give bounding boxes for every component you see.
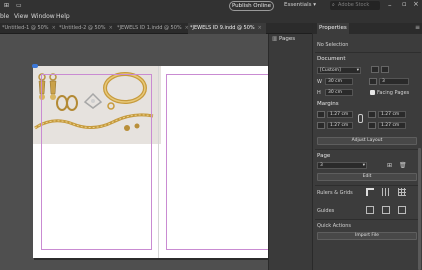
- maximize-icon[interactable]: ▫: [402, 0, 407, 8]
- divider: [315, 149, 421, 150]
- margin-left-icon: [368, 111, 376, 118]
- search-placeholder: Adobe Stock: [338, 2, 370, 8]
- width-label: W: [317, 79, 322, 85]
- document-tabs: *Untitled-1 @ 50% × *Untitled-2 @ 50% × *J…: [0, 23, 312, 34]
- toolbar-screenmode-icon[interactable]: ▭: [16, 2, 22, 9]
- minimize-icon[interactable]: –: [388, 1, 392, 9]
- search-input[interactable]: ⌕ Adobe Stock: [330, 1, 380, 10]
- link-margins-icon[interactable]: [358, 114, 363, 123]
- tab-label: *Untitled-1 @ 50%: [2, 25, 49, 31]
- chevron-down-icon: ▾: [356, 68, 359, 73]
- frame-link-marker[interactable]: [32, 64, 38, 68]
- properties-panel: Properties ≡ No Selection Document [Cust…: [312, 23, 422, 270]
- tab-untitled-2[interactable]: *Untitled-2 @ 50% ×: [57, 23, 114, 34]
- smart-guides-icon[interactable]: [382, 206, 390, 214]
- divider: [315, 52, 421, 53]
- pages-panel-label: Pages: [278, 36, 296, 42]
- collapsed-panel-strip: ▥ Pages: [268, 34, 312, 270]
- selection-status: No Selection: [317, 42, 349, 48]
- tab-jewels-id-9[interactable]: *JEWELS ID 9.indd @ 50% ×: [188, 23, 266, 34]
- panel-menu-icon[interactable]: ≡: [415, 24, 420, 31]
- properties-scrollbar[interactable]: [418, 148, 421, 270]
- quick-actions-label: Quick Actions: [317, 223, 351, 229]
- margin-right-icon: [368, 122, 376, 129]
- tab-label: *JEWELS ID 1.indd @ 50%: [117, 25, 182, 31]
- menu-item-help[interactable]: Help: [56, 13, 70, 21]
- margin-top-icon: [317, 111, 325, 118]
- margin-bottom-field[interactable]: 1.27 cm: [327, 122, 353, 129]
- facing-pages-label: Facing Pages: [377, 90, 410, 96]
- left-page-margin-guide: [41, 74, 152, 250]
- page-section-title: Page: [317, 153, 331, 159]
- divider: [315, 219, 421, 220]
- properties-tab-bar: Properties ≡: [313, 23, 422, 34]
- document-spread[interactable]: [33, 66, 279, 258]
- page-select-value: 3: [320, 163, 323, 168]
- guides-label: Guides: [317, 208, 335, 214]
- margin-top-field[interactable]: 1.27 cm: [327, 111, 353, 118]
- tab-label: *JEWELS ID 9.indd @ 50%: [190, 25, 255, 31]
- portrait-orientation-icon[interactable]: [371, 66, 379, 73]
- publish-online-button[interactable]: Publish Online: [229, 1, 274, 11]
- facing-pages-checkbox[interactable]: [370, 90, 375, 95]
- indesign-window: ⊞ ▭ Publish Online Essentials ▾ ⌕ Adobe …: [0, 0, 422, 270]
- tab-jewels-id-1[interactable]: *JEWELS ID 1.indd @ 50% ×: [115, 23, 189, 34]
- close-window-icon[interactable]: ×: [413, 0, 419, 8]
- margin-left-field[interactable]: 1.27 cm: [378, 111, 406, 118]
- document-section-title: Document: [317, 56, 346, 62]
- tab-properties[interactable]: Properties: [317, 23, 349, 34]
- divider: [315, 185, 421, 186]
- tab-untitled-1[interactable]: *Untitled-1 @ 50% ×: [0, 23, 56, 34]
- pages-icon: ▥: [272, 36, 279, 42]
- show-guides-icon[interactable]: [366, 206, 374, 214]
- height-label: H: [317, 90, 321, 96]
- margin-right-field[interactable]: 1.27 cm: [378, 122, 406, 129]
- pages-count-field[interactable]: 3: [379, 78, 409, 85]
- menu-bar: ble View Window Help: [0, 11, 422, 23]
- new-page-icon[interactable]: ⊞: [387, 162, 392, 169]
- workspace-label: Essentials: [284, 2, 312, 8]
- menu-item-table[interactable]: ble: [0, 13, 9, 21]
- menu-item-view[interactable]: View: [14, 13, 28, 21]
- landscape-orientation-icon[interactable]: [381, 66, 389, 73]
- rulers-grids-label: Rulers & Grids: [317, 190, 353, 196]
- preset-value: [Custom]: [320, 68, 341, 73]
- chevron-down-icon: ▾: [313, 2, 317, 8]
- adjust-layout-button[interactable]: Adjust Layout: [317, 137, 417, 145]
- close-tab-icon[interactable]: ×: [109, 25, 113, 31]
- width-field[interactable]: 30 cm: [325, 78, 353, 85]
- height-field[interactable]: 30 cm: [325, 89, 353, 96]
- lock-guides-icon[interactable]: [398, 206, 406, 214]
- chevron-down-icon: ▾: [362, 163, 365, 168]
- edit-page-button[interactable]: Edit: [317, 173, 417, 181]
- toolbar-arrange-icon[interactable]: ⊞: [4, 2, 9, 9]
- spread-fold: [158, 66, 159, 258]
- import-file-button[interactable]: Import File: [317, 232, 417, 240]
- rulers-icon[interactable]: [366, 188, 374, 196]
- document-preset-select[interactable]: [Custom] ▾: [317, 67, 361, 74]
- menu-item-window[interactable]: Window: [31, 13, 55, 21]
- title-bar: ⊞ ▭ Publish Online Essentials ▾ ⌕ Adobe …: [0, 0, 422, 11]
- page-select[interactable]: 3 ▾: [317, 162, 367, 169]
- right-page-margin-guide: [166, 74, 271, 250]
- tab-label: *Untitled-2 @ 50%: [59, 25, 106, 31]
- close-tab-icon[interactable]: ×: [258, 25, 262, 31]
- margin-bottom-icon: [317, 122, 325, 129]
- baseline-grid-icon[interactable]: [382, 188, 390, 196]
- delete-page-icon[interactable]: 🗑: [399, 162, 407, 169]
- document-grid-icon[interactable]: [398, 188, 406, 196]
- pages-panel-tab[interactable]: ▥ Pages: [272, 34, 295, 45]
- close-tab-icon[interactable]: ×: [52, 25, 56, 31]
- margins-section-title: Margins: [317, 101, 339, 107]
- pages-count-icon: [369, 78, 377, 85]
- workspace-switcher[interactable]: Essentials ▾: [284, 2, 316, 8]
- search-icon: ⌕: [332, 2, 335, 8]
